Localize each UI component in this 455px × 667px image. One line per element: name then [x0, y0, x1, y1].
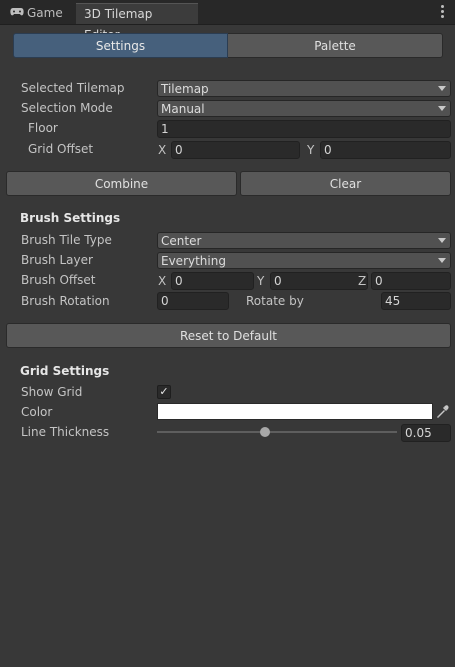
clear-button[interactable]: Clear: [240, 171, 451, 196]
selection-mode-label: Selection Mode: [21, 101, 113, 115]
palette-tab-button[interactable]: Palette: [228, 33, 443, 58]
rotate-by-input[interactable]: 45: [381, 292, 451, 310]
chevron-down-icon: [438, 258, 446, 263]
tab-game-label: Game: [27, 6, 63, 20]
brush-offset-x-axis-label: X: [158, 274, 167, 288]
reset-to-default-button[interactable]: Reset to Default: [6, 323, 451, 348]
brush-offset-label: Brush Offset: [21, 273, 96, 287]
line-thickness-slider-handle[interactable]: [260, 427, 270, 437]
brush-tile-type-value: Center: [161, 234, 202, 248]
eyedropper-icon[interactable]: [434, 403, 451, 420]
rotate-by-label: Rotate by: [246, 294, 304, 308]
brush-layer-label: Brush Layer: [21, 253, 93, 267]
brush-offset-z-input[interactable]: 0: [371, 272, 451, 290]
brush-offset-z-axis-label: Z: [358, 274, 367, 288]
chevron-down-icon: [438, 86, 446, 91]
chevron-down-icon: [438, 106, 446, 111]
tab-3d-tilemap-editor[interactable]: 3D Tilemap Editor: [76, 3, 198, 42]
brush-layer-dropdown[interactable]: Everything: [157, 252, 451, 269]
selected-tilemap-value: Tilemap: [161, 82, 209, 96]
brush-offset-y-axis-label: Y: [257, 274, 265, 288]
brush-layer-value: Everything: [161, 254, 226, 268]
selection-mode-value: Manual: [161, 102, 205, 116]
chevron-down-icon: [438, 238, 446, 243]
selected-tilemap-dropdown[interactable]: Tilemap: [157, 80, 451, 97]
gamepad-icon: [10, 3, 24, 24]
brush-tile-type-label: Brush Tile Type: [21, 233, 112, 247]
brush-tile-type-dropdown[interactable]: Center: [157, 232, 451, 249]
brush-offset-x-input[interactable]: 0: [171, 272, 254, 290]
line-thickness-label: Line Thickness: [21, 425, 110, 439]
brush-rotation-label: Brush Rotation: [21, 294, 110, 308]
show-grid-checkbox[interactable]: ✓: [157, 385, 171, 399]
grid-color-field[interactable]: [157, 403, 433, 420]
grid-offset-y-axis-label: Y: [307, 143, 315, 157]
grid-settings-header: Grid Settings: [20, 364, 110, 378]
floor-label: Floor: [28, 121, 58, 135]
brush-settings-header: Brush Settings: [20, 211, 121, 225]
selection-mode-dropdown[interactable]: Manual: [157, 100, 451, 117]
grid-offset-x-input[interactable]: 0: [171, 141, 300, 159]
brush-offset-y-input[interactable]: 0: [270, 272, 368, 290]
tab-game[interactable]: Game: [2, 3, 76, 24]
show-grid-label: Show Grid: [21, 385, 83, 399]
settings-tab-button[interactable]: Settings: [13, 33, 228, 58]
grid-offset-y-input[interactable]: 0: [320, 141, 451, 159]
grid-offset-x-axis-label: X: [158, 143, 167, 157]
color-label: Color: [21, 405, 53, 419]
brush-rotation-input[interactable]: 0: [157, 292, 229, 310]
checkmark-icon: ✓: [159, 385, 169, 398]
combine-button[interactable]: Combine: [6, 171, 237, 196]
floor-input[interactable]: 1: [157, 120, 451, 138]
selected-tilemap-label: Selected Tilemap: [21, 81, 125, 95]
line-thickness-slider-track[interactable]: [157, 431, 397, 433]
grid-offset-label: Grid Offset: [28, 142, 94, 156]
more-options-icon[interactable]: [437, 4, 447, 20]
line-thickness-input[interactable]: 0.05: [401, 424, 451, 442]
